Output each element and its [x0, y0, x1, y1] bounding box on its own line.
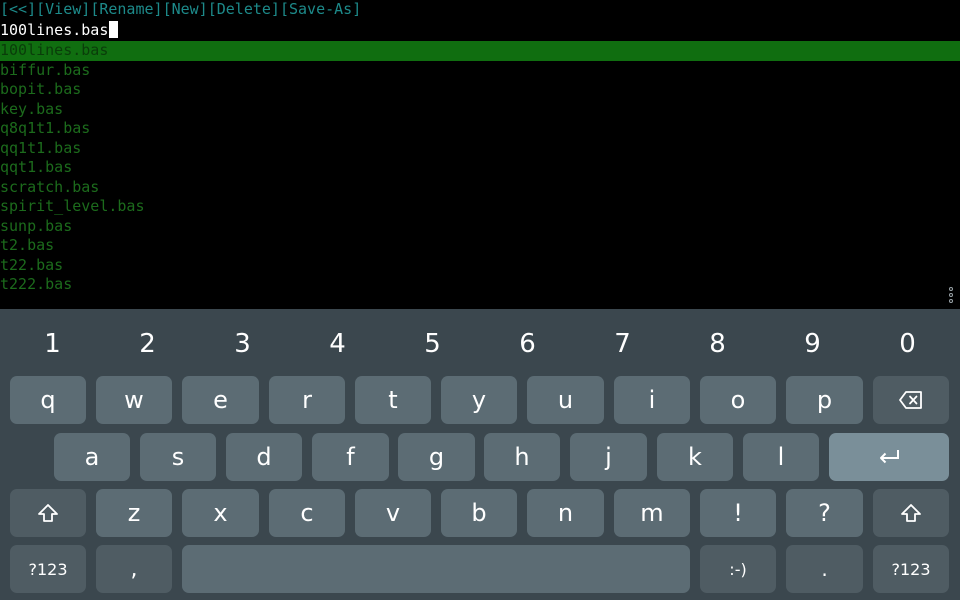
key-g[interactable]: g — [398, 433, 475, 481]
shift-arrow-icon — [38, 504, 58, 522]
symbols-key-left[interactable]: ?123 — [10, 545, 86, 593]
key-n[interactable]: n — [527, 489, 604, 537]
keyboard-row-3: z x c v b n m ! ? — [0, 489, 960, 537]
file-list-item[interactable]: t2.bas — [0, 236, 960, 256]
three-dots-vertical-icon[interactable] — [949, 287, 953, 303]
comma-key[interactable]: , — [96, 545, 172, 593]
keyboard-row-1: q w e r t y u i o p — [0, 376, 960, 424]
key-t[interactable]: t — [355, 376, 431, 424]
key-question[interactable]: ? — [786, 489, 863, 537]
key-s[interactable]: s — [140, 433, 216, 481]
key-q[interactable]: q — [10, 376, 86, 424]
key-c[interactable]: c — [269, 489, 345, 537]
key-y[interactable]: y — [441, 376, 517, 424]
key-d[interactable]: d — [226, 433, 302, 481]
shift-key-right[interactable] — [873, 489, 949, 537]
menu-bar: [<<][View][Rename][New][Delete][Save-As] — [0, 0, 361, 20]
keyboard-row-4: ?123 , :-) . ?123 — [0, 545, 960, 593]
key-8[interactable]: 8 — [670, 319, 765, 369]
key-exclamation[interactable]: ! — [700, 489, 776, 537]
key-b[interactable]: b — [441, 489, 517, 537]
key-j[interactable]: j — [570, 433, 647, 481]
file-list-item[interactable]: t222.bas — [0, 275, 960, 295]
shift-arrow-icon — [901, 504, 921, 522]
key-7[interactable]: 7 — [575, 319, 670, 369]
key-w[interactable]: w — [96, 376, 172, 424]
file-list-item[interactable]: q8q1t1.bas — [0, 119, 960, 139]
file-list-item-selected[interactable]: 100lines.bas — [0, 41, 960, 61]
file-list-item[interactable]: spirit_level.bas — [0, 197, 960, 217]
space-key[interactable] — [182, 545, 690, 593]
key-1[interactable]: 1 — [5, 319, 100, 369]
key-h[interactable]: h — [484, 433, 560, 481]
key-k[interactable]: k — [657, 433, 733, 481]
period-key[interactable]: . — [786, 545, 863, 593]
key-3[interactable]: 3 — [195, 319, 290, 369]
file-list-item[interactable]: scratch.bas — [0, 178, 960, 198]
key-9[interactable]: 9 — [765, 319, 860, 369]
file-list-item[interactable]: t22.bas — [0, 256, 960, 276]
key-m[interactable]: m — [614, 489, 690, 537]
file-list-item[interactable]: qq1t1.bas — [0, 139, 960, 159]
key-x[interactable]: x — [182, 489, 259, 537]
key-u[interactable]: u — [527, 376, 604, 424]
screen: [<<][View][Rename][New][Delete][Save-As]… — [0, 0, 960, 600]
keyboard-number-row: 1 2 3 4 5 6 7 8 9 0 — [5, 319, 955, 369]
key-v[interactable]: v — [355, 489, 431, 537]
text-cursor — [109, 21, 119, 38]
menu-new-button[interactable]: [New] — [163, 0, 208, 18]
terminal-panel: [<<][View][Rename][New][Delete][Save-As]… — [0, 0, 960, 309]
file-list-item[interactable]: bopit.bas — [0, 80, 960, 100]
filename-input[interactable]: 100lines.bas — [0, 21, 119, 41]
on-screen-keyboard: 1 2 3 4 5 6 7 8 9 0 q w e r t y u i o p — [0, 309, 960, 600]
file-list-item[interactable]: biffur.bas — [0, 61, 960, 81]
key-p[interactable]: p — [786, 376, 863, 424]
file-list-item[interactable]: qqt1.bas — [0, 158, 960, 178]
key-l[interactable]: l — [743, 433, 819, 481]
key-z[interactable]: z — [96, 489, 172, 537]
backspace-key[interactable] — [873, 376, 949, 424]
key-5[interactable]: 5 — [385, 319, 480, 369]
key-o[interactable]: o — [700, 376, 776, 424]
file-list-item[interactable]: sunp.bas — [0, 217, 960, 237]
menu-back-button[interactable]: [<<] — [0, 0, 36, 18]
symbols-key-right[interactable]: ?123 — [873, 545, 949, 593]
filename-input-value: 100lines.bas — [0, 21, 109, 39]
file-list-item[interactable]: key.bas — [0, 100, 960, 120]
menu-delete-button[interactable]: [Delete] — [208, 0, 280, 18]
enter-key[interactable] — [829, 433, 949, 481]
key-0[interactable]: 0 — [860, 319, 955, 369]
keyboard-row-2: a s d f g h j k l — [0, 433, 960, 481]
key-f[interactable]: f — [312, 433, 389, 481]
key-4[interactable]: 4 — [290, 319, 385, 369]
emoticon-key[interactable]: :-) — [700, 545, 776, 593]
backspace-icon — [899, 391, 922, 409]
enter-arrow-icon — [880, 450, 899, 464]
key-a[interactable]: a — [54, 433, 130, 481]
key-e[interactable]: e — [182, 376, 259, 424]
shift-key-left[interactable] — [10, 489, 86, 537]
key-6[interactable]: 6 — [480, 319, 575, 369]
menu-save-as-button[interactable]: [Save-As] — [280, 0, 361, 18]
key-r[interactable]: r — [269, 376, 345, 424]
file-list: 100lines.bas biffur.bas bopit.bas key.ba… — [0, 41, 960, 295]
key-2[interactable]: 2 — [100, 319, 195, 369]
key-i[interactable]: i — [614, 376, 690, 424]
menu-view-button[interactable]: [View] — [36, 0, 90, 18]
menu-rename-button[interactable]: [Rename] — [90, 0, 162, 18]
